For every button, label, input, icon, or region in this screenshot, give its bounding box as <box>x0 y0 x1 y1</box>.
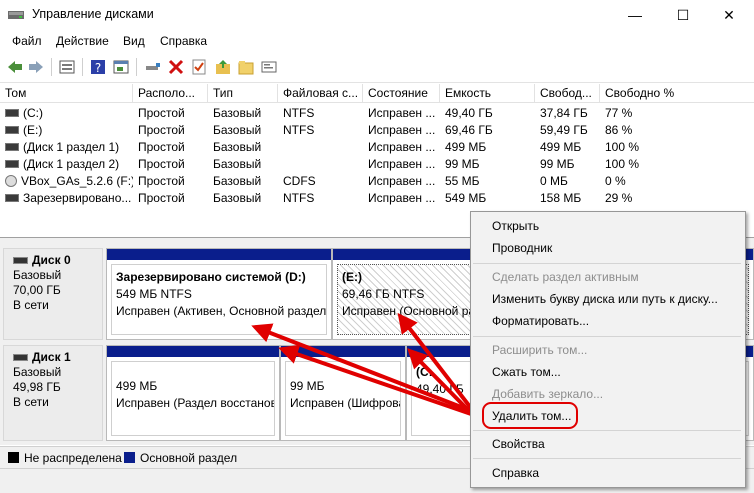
menu-item-format[interactable]: Форматировать... <box>492 312 589 330</box>
menu-separator <box>473 263 741 264</box>
menu-separator <box>473 430 741 431</box>
delete-highlight-annotation <box>482 402 578 429</box>
menu-separator <box>473 336 741 337</box>
arrow-to-efi <box>407 348 476 418</box>
menu-item-shrink[interactable]: Сжать том... <box>492 363 561 381</box>
arrow-to-recovery <box>278 344 475 417</box>
menu-item-mark-active[interactable]: Сделать раздел активным <box>492 268 639 286</box>
menu-item-change-letter[interactable]: Изменить букву диска или путь к диску... <box>492 290 718 308</box>
menu-item-help[interactable]: Справка <box>492 464 539 482</box>
menu-item-extend[interactable]: Расширить том... <box>492 341 587 359</box>
menu-separator <box>473 458 741 459</box>
menu-item-explorer[interactable]: Проводник <box>492 239 552 257</box>
arrow-group <box>251 312 476 418</box>
context-menu: Открыть Проводник Сделать раздел активны… <box>470 211 746 488</box>
menu-item-open[interactable]: Открыть <box>492 217 539 235</box>
menu-item-properties[interactable]: Свойства <box>492 435 545 453</box>
menu-item-add-mirror[interactable]: Добавить зеркало... <box>492 385 603 403</box>
